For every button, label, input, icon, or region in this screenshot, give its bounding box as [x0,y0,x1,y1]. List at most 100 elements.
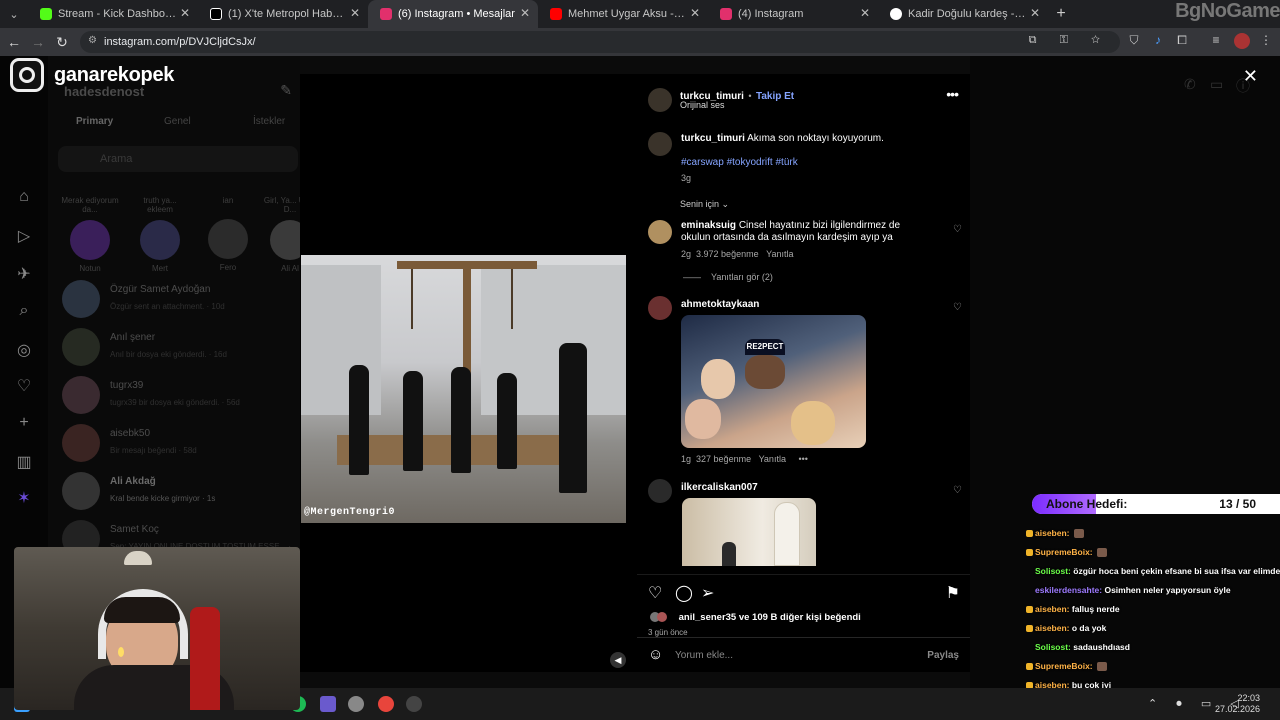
reload-icon[interactable]: ↻ [50,34,74,51]
dashboard-icon[interactable]: ▥ [14,452,34,472]
reply-button[interactable]: Yanıtla [759,454,786,464]
app-icon[interactable] [320,696,336,712]
conversation-row[interactable]: tugrx39 tugrx39 bir dosya eki gönderdi. ·… [62,374,298,418]
comment-more-icon[interactable]: ••• [798,454,807,464]
profile-avatar-icon[interactable] [1234,33,1250,49]
translate-extension-icon[interactable]: ♪ [1150,33,1166,49]
caption-hashtags[interactable]: #carswap #tokyodrift #türk [681,157,798,168]
story-note[interactable]: Merak ediyorum da... Notun [60,196,120,273]
search-icon[interactable]: ⌕ [14,302,34,322]
address-bar-actions[interactable]: ⧉ ⚿ ☆ [1029,34,1110,47]
conversation-row[interactable]: aisebk50 Bir mesajı beğendi · 58d [62,422,298,466]
site-info-icon[interactable]: ⚙ [88,35,97,46]
conversation-row[interactable]: Ali Akdağ Kral bende kicke girmiyor · 1s [62,470,298,514]
tab-primary[interactable]: Primary [76,116,113,127]
system-clock[interactable]: 22:03 27.02.2026 [1215,693,1260,715]
close-icon[interactable]: ✕ [180,6,190,20]
avatar[interactable] [648,479,672,503]
comment-username[interactable]: eminaksuig [681,220,736,231]
chat-username[interactable]: aiseben: [1035,623,1070,633]
chat-username[interactable]: Solisost: [1035,642,1071,652]
comment-input[interactable]: Yorum ekle... [675,650,733,661]
tab-youtube[interactable]: Mehmet Uygar Aksu - YouTube ✕ [538,0,708,28]
caption-username[interactable]: turkcu_timuri [681,133,745,144]
chat-username[interactable]: SupremeBoix: [1035,661,1093,671]
author-avatar[interactable] [648,132,672,156]
chat-username[interactable]: SupremeBoix: [1035,547,1093,557]
phone-icon[interactable]: ✆ [1184,76,1196,93]
share-button[interactable]: Paylaş [927,650,959,661]
close-icon[interactable]: ✕ [690,6,700,20]
person-silhouette [559,343,587,493]
conversation-row[interactable]: Anıl şener Anıl bir dosya eki gönderdi. ·… [62,326,298,370]
create-plus-icon[interactable]: + [14,414,34,434]
like-heart-icon[interactable]: ♡ [953,224,962,235]
chat-username[interactable]: eskilerdensahte: [1035,585,1102,595]
tab-instagram-messages[interactable]: (6) Instagram • Mesajlar ✕ [368,0,538,28]
share-send-icon[interactable]: ➢ [701,583,714,603]
audio-label[interactable]: Orijinal ses [680,100,725,110]
reading-list-icon[interactable]: ≡ [1208,33,1224,49]
notifications-heart-icon[interactable]: ♡ [14,376,34,396]
tab-search-chevron-icon[interactable]: ⌄ [0,8,28,21]
comment-gif-image[interactable] [682,498,816,566]
messages-icon[interactable]: ✈ [14,264,34,284]
story-note[interactable]: truth ya... ekleem Mert [130,196,190,273]
dm-search-input[interactable]: Arama [58,146,298,172]
like-heart-icon[interactable]: ♡ [953,302,962,313]
reply-button[interactable]: Yanıtla [766,249,793,259]
tab-instagram[interactable]: (4) Instagram ✕ [708,0,878,28]
liked-by-text[interactable]: anil_sener35 ve 109 B diğer kişi beğendi [650,612,861,623]
reels-icon[interactable]: ▷ [14,226,34,246]
follow-button[interactable]: Takip Et [756,91,794,102]
chat-username[interactable]: Solisost: [1035,566,1071,576]
kebab-menu-icon[interactable]: ⋮ [1258,33,1274,49]
comment-likes[interactable]: 327 beğenme [696,454,751,464]
tab-x-metropol[interactable]: (1) X'te Metropol Haber: "TİKTOK" ✕ [198,0,368,28]
address-bar[interactable]: ⚙ instagram.com/p/DVJCljdCsJx/ ⧉ ⚿ ☆ [80,31,1120,53]
tab-general[interactable]: Genel [164,116,191,127]
puzzle-extension-icon[interactable]: ⧠ [1174,33,1190,49]
view-replies-button[interactable]: —— Yanıtları gör (2) [683,272,773,282]
settings-icon[interactable] [348,696,364,712]
comment-username[interactable]: ilkercaliskan007 [681,482,758,493]
compose-icon[interactable]: ✎ [280,82,292,99]
avatar[interactable] [648,220,672,244]
threads-icon[interactable]: ✶ [14,488,34,508]
avatar[interactable] [648,296,672,320]
back-arrow-icon[interactable]: ← [2,34,26,50]
more-options-icon[interactable]: ••• [946,86,959,102]
reel-video-player[interactable]: @MergenTengri0 ◀ [300,74,637,672]
shield-extension-icon[interactable]: ⛉ [1126,33,1142,49]
close-icon[interactable]: ✕ [860,6,870,20]
comment-bubble-icon[interactable]: ◯ [675,583,693,603]
explore-icon[interactable]: ◎ [14,340,34,360]
bookmark-icon[interactable]: ⚑ [946,583,960,603]
like-heart-icon[interactable]: ♡ [648,583,662,603]
comment-sort-dropdown[interactable]: Senin için ⌄ [680,199,729,210]
comment-username[interactable]: ahmetoktaykaan [681,299,759,310]
like-heart-icon[interactable]: ♡ [953,485,962,496]
conversation-row[interactable]: Özgür Samet Aydoğan Özgür sent an attachm… [62,278,298,322]
author-avatar[interactable] [648,88,672,112]
home-icon[interactable]: ⌂ [14,188,34,208]
story-note[interactable]: ian Fero [198,196,258,272]
comment-gif-image[interactable]: RE2PECT [681,315,866,448]
forward-arrow-icon[interactable]: → [26,34,50,50]
chat-username[interactable]: aiseben: [1035,528,1070,538]
comment-likes[interactable]: 3.972 beğenme [696,249,759,259]
tab-requests[interactable]: İstekler [253,116,285,127]
emoji-icon[interactable]: ☺ [648,646,663,663]
close-icon[interactable]: ✕ [1030,6,1040,20]
close-icon[interactable]: ✕ [350,6,360,20]
mute-volume-icon[interactable]: ◀ [610,652,626,668]
video-call-icon[interactable]: ▭ [1210,76,1223,93]
obs-icon[interactable] [406,696,422,712]
chrome-icon[interactable] [378,696,394,712]
chat-username[interactable]: aiseben: [1035,604,1070,614]
tab-google[interactable]: Kadir Doğulu kardeş - Google'da ✕ [878,0,1048,28]
new-tab-button[interactable]: + [1048,5,1074,23]
close-post-icon[interactable]: ✕ [1243,66,1258,87]
close-icon[interactable]: ✕ [520,6,530,20]
tab-kick-dashboard[interactable]: Stream - Kick Dashboard ✕ [28,0,198,28]
